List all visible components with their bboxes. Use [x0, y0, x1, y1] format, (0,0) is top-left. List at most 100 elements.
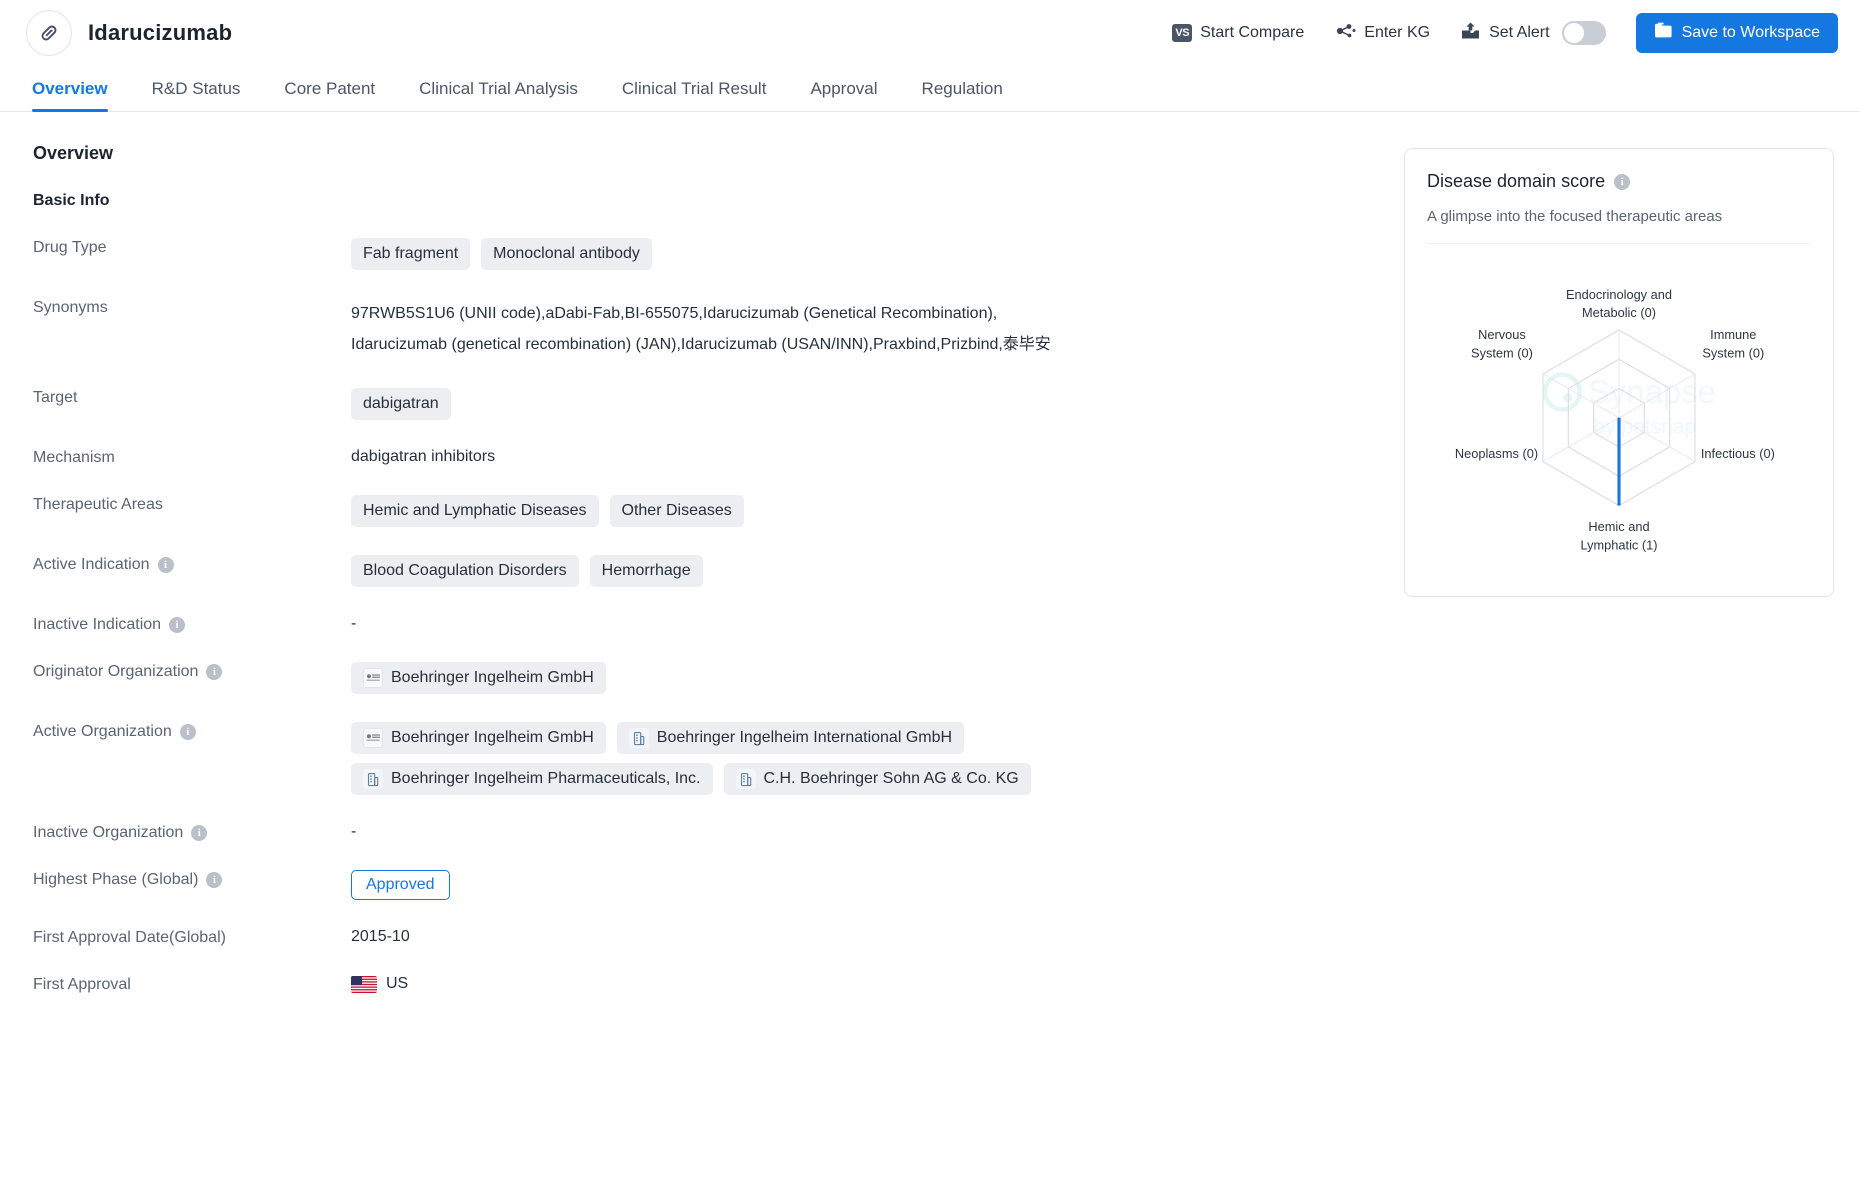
tag-therapeutic-area[interactable]: Other Diseases [609, 495, 744, 528]
label-first-approval: First Approval [26, 974, 351, 994]
label-text: Therapeutic Areas [33, 496, 163, 514]
tag-active-organization[interactable]: Boehringer Ingelheim International GmbH [616, 722, 965, 755]
row-first-approval: First Approval US [26, 974, 1374, 994]
svg-text:Synapse: Synapse [1588, 373, 1716, 410]
tab-regulation[interactable]: Regulation [900, 79, 1025, 111]
page-header: Idarucizumab VS Start Compare Enter KG S… [0, 0, 1860, 66]
radar-label-endocrinology: Endocrinology and [1566, 287, 1672, 302]
info-icon[interactable]: i [1614, 173, 1631, 190]
status-badge[interactable]: Approved [351, 870, 450, 901]
set-alert-toggle[interactable] [1561, 21, 1606, 45]
tag-active-organization[interactable]: C.H. Boehringer Sohn AG & Co. KG [723, 763, 1031, 796]
radar-label-hemic: Hemic and [1588, 519, 1649, 534]
label-text: Synonyms [33, 299, 108, 316]
row-originator-organization: Originator Organization i Boehringer Ing… [26, 661, 1374, 695]
tab-rd-status[interactable]: R&D Status [130, 79, 263, 111]
set-alert-control[interactable]: Set Alert [1460, 21, 1606, 46]
tag-drug-type[interactable]: Monoclonal antibody [481, 238, 652, 270]
us-flag-icon [351, 975, 377, 993]
save-to-workspace-button[interactable]: Save to Workspace [1635, 13, 1838, 53]
label-text: First Approval Date(Global) [33, 929, 226, 947]
tag-active-indication[interactable]: Blood Coagulation Disorders [351, 555, 579, 588]
disease-domain-score-subtitle: A glimpse into the focused therapeutic a… [1427, 208, 1811, 244]
tag-active-organization[interactable]: Boehringer Ingelheim GmbH [351, 722, 606, 755]
enter-kg-button[interactable]: Enter KG [1334, 21, 1430, 46]
radar-label-nervous-2: System (0) [1471, 345, 1533, 360]
inactive-indication-text: - [351, 615, 357, 633]
company-logo-icon [363, 728, 383, 749]
row-first-approval-date: First Approval Date(Global) 2015-10 [26, 927, 1374, 947]
basic-info-heading: Basic Info [33, 192, 110, 209]
label-inactive-organization: Inactive Organization i [26, 822, 351, 842]
originator-organization-tags: Boehringer Ingelheim GmbH [351, 662, 1374, 695]
value-drug-type: Fab fragment Monoclonal antibody [351, 237, 1374, 270]
radar-spokes [1542, 329, 1696, 506]
tag-active-organization[interactable]: Boehringer Ingelheim Pharmaceuticals, In… [351, 763, 713, 796]
tag-target[interactable]: dabigatran [351, 388, 451, 421]
pill-icon [26, 10, 72, 56]
organization-name: Boehringer Ingelheim GmbH [391, 669, 594, 687]
value-active-organization: Boehringer Ingelheim GmbH Boehringer Ing… [351, 721, 1374, 796]
info-icon[interactable]: i [169, 617, 186, 634]
knowledge-graph-icon [1334, 21, 1356, 46]
overview-panel: Overview Basic Info Drug Type Fab fragme… [26, 112, 1374, 994]
start-compare-button[interactable]: VS Start Compare [1172, 24, 1304, 42]
label-target: Target [26, 387, 351, 407]
label-originator-organization: Originator Organization i [26, 661, 351, 681]
info-icon[interactable]: i [179, 724, 196, 741]
tab-core-patent[interactable]: Core Patent [262, 79, 397, 111]
radar-grid [1542, 329, 1696, 507]
label-text: Inactive Indication [33, 616, 162, 634]
tag-drug-type[interactable]: Fab fragment [351, 238, 471, 270]
row-active-organization: Active Organization i Boehringer Ingelhe… [26, 721, 1374, 796]
row-synonyms: Synonyms 97RWB5S1U6 (UNII code),aDabi-Fa… [26, 297, 1374, 360]
radar-label-neoplasms: Neoplasms (0) [1455, 446, 1538, 461]
value-target: dabigatran [351, 387, 1374, 421]
info-icon[interactable]: i [191, 825, 208, 842]
value-mechanism: dabigatran inhibitors [351, 447, 1374, 466]
info-icon[interactable]: i [206, 872, 223, 889]
radar-chart: Synapse by patsnap Endocrinology and Met… [1427, 250, 1811, 580]
save-to-workspace-label: Save to Workspace [1681, 24, 1820, 41]
info-icon[interactable]: i [157, 557, 174, 574]
row-therapeutic-areas: Therapeutic Areas Hemic and Lymphatic Di… [26, 494, 1374, 528]
row-drug-type: Drug Type Fab fragment Monoclonal antibo… [26, 237, 1374, 270]
label-text: Mechanism [33, 449, 115, 467]
building-icon [735, 769, 756, 790]
disease-domain-score-title: Disease domain score [1427, 171, 1606, 191]
info-icon[interactable]: i [206, 664, 223, 681]
tab-approval[interactable]: Approval [788, 79, 899, 111]
tag-active-indication[interactable]: Hemorrhage [589, 555, 703, 588]
page-body: Overview Basic Info Drug Type Fab fragme… [0, 112, 1860, 994]
label-text: Active Organization [33, 723, 172, 741]
synonyms-line-1: 97RWB5S1U6 (UNII code),aDabi-Fab,BI-6550… [351, 305, 998, 322]
therapeutic-areas-tags: Hemic and Lymphatic Diseases Other Disea… [351, 495, 1374, 528]
country-label: US [386, 975, 409, 993]
value-originator-organization: Boehringer Ingelheim GmbH [351, 661, 1374, 695]
tag-originator-organization[interactable]: Boehringer Ingelheim GmbH [351, 662, 606, 695]
alert-inbox-icon [1460, 21, 1481, 46]
header-actions: VS Start Compare Enter KG Set Alert Save… [1172, 13, 1838, 53]
building-icon [628, 728, 649, 749]
tab-overview[interactable]: Overview [26, 79, 130, 112]
row-inactive-organization: Inactive Organization i - [26, 822, 1374, 842]
label-therapeutic-areas: Therapeutic Areas [26, 494, 351, 514]
tab-clinical-trial-analysis[interactable]: Clinical Trial Analysis [397, 79, 600, 111]
value-synonyms: 97RWB5S1U6 (UNII code),aDabi-Fab,BI-6550… [351, 297, 1374, 360]
tab-clinical-trial-result[interactable]: Clinical Trial Result [600, 79, 789, 111]
radar-label-immune: Immune [1710, 327, 1756, 342]
row-target: Target dabigatran [26, 387, 1374, 421]
row-inactive-indication: Inactive Indication i - [26, 614, 1374, 634]
organization-name: Boehringer Ingelheim International GmbH [656, 729, 953, 747]
tag-therapeutic-area[interactable]: Hemic and Lymphatic Diseases [351, 495, 599, 528]
mechanism-text: dabigatran inhibitors [351, 448, 496, 466]
set-alert-label: Set Alert [1489, 24, 1550, 41]
page-title: Idarucizumab [88, 20, 233, 45]
value-first-approval-date: 2015-10 [351, 927, 1374, 946]
first-approval-date-text: 2015-10 [351, 928, 410, 946]
first-approval-country: US [351, 975, 1374, 993]
value-inactive-indication: - [351, 614, 1374, 633]
radar-label-nervous: Nervous [1478, 327, 1526, 342]
disease-domain-score-card: Disease domain score i A glimpse into th… [1404, 148, 1834, 597]
tab-bar: Overview R&D Status Core Patent Clinical… [0, 66, 1860, 112]
